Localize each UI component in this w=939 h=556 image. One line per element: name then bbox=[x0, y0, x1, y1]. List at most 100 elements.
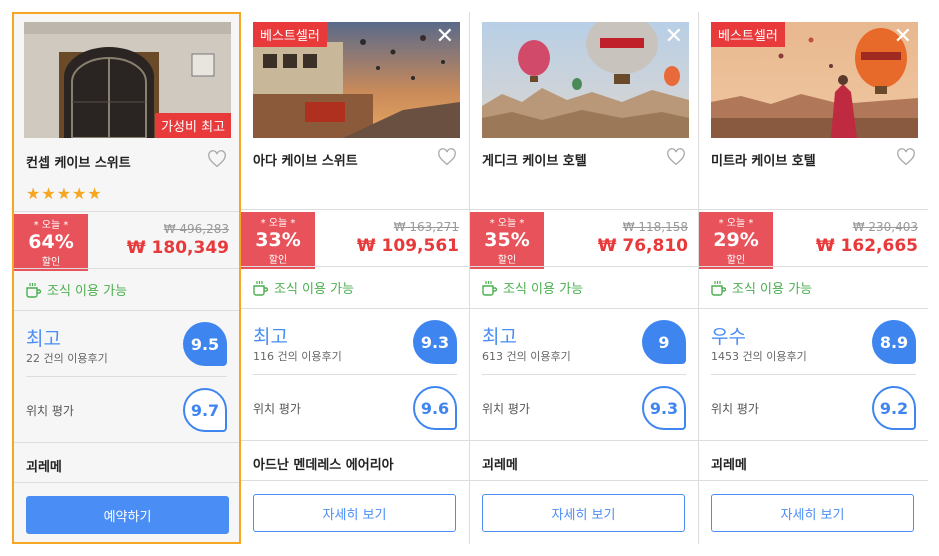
discount-badge: * 오늘 * 33% 할인 bbox=[241, 212, 315, 269]
discount-suffix: 할인 bbox=[497, 255, 517, 266]
hotel-photo[interactable]: 가성비 최고 bbox=[24, 22, 231, 138]
discount-label: * 오늘 * bbox=[718, 218, 754, 229]
discount-label: * 오늘 * bbox=[260, 218, 296, 229]
sale-price: ₩ 76,810 bbox=[597, 236, 688, 256]
review-count[interactable]: 116 건의 이용후기 bbox=[253, 348, 342, 364]
divider bbox=[470, 266, 698, 267]
hotel-area: 아드난 멘데레스 에어리아 bbox=[253, 458, 394, 473]
discount-label: * 오늘 * bbox=[489, 218, 525, 229]
discount-badge: * 오늘 * 64% 할인 bbox=[14, 214, 88, 271]
hotel-photo[interactable]: 베스트셀러 ✕ bbox=[711, 22, 918, 138]
divider bbox=[241, 266, 469, 267]
divider bbox=[14, 442, 239, 443]
close-icon[interactable]: ✕ bbox=[436, 24, 454, 49]
breakfast-label: 조식 이용 가능 bbox=[47, 284, 128, 299]
bestseller-badge: 베스트셀러 bbox=[253, 22, 327, 47]
discount-suffix: 할인 bbox=[726, 255, 746, 266]
discount-label: * 오늘 * bbox=[33, 220, 69, 231]
discount-badge: * 오늘 * 29% 할인 bbox=[699, 212, 773, 269]
divider bbox=[470, 440, 698, 441]
heart-outline-icon[interactable] bbox=[896, 148, 916, 166]
heart-outline-icon[interactable] bbox=[437, 148, 457, 166]
hotel-photo[interactable]: 베스트셀러 ✕ bbox=[253, 22, 460, 138]
breakfast-info: 조식 이용 가능 bbox=[480, 278, 583, 297]
review-count[interactable]: 613 건의 이용후기 bbox=[482, 348, 571, 364]
discount-percent: 29% bbox=[713, 229, 759, 251]
divider bbox=[26, 376, 227, 377]
location-rating-label: 위치 평가 bbox=[253, 402, 301, 416]
breakfast-label: 조식 이용 가능 bbox=[274, 282, 355, 297]
divider bbox=[14, 310, 239, 311]
coffee-cup-icon bbox=[26, 282, 42, 298]
divider bbox=[711, 374, 916, 375]
rating-grade: 최고 bbox=[482, 326, 517, 348]
breakfast-label: 조식 이용 가능 bbox=[732, 282, 813, 297]
divider bbox=[253, 374, 457, 375]
divider bbox=[699, 480, 928, 481]
hotel-card[interactable]: 베스트셀러 ✕ 아다 케이브 스위트 * 오늘 * 33% 할인 ₩ 163,2… bbox=[241, 12, 470, 544]
location-score: 9.7 bbox=[183, 388, 227, 432]
divider bbox=[241, 209, 469, 210]
hotel-card[interactable]: 가성비 최고 컨셉 케이브 스위트 ★★★★★ * 오늘 * 64% 할인 ₩ … bbox=[12, 12, 241, 544]
value-badge: 가성비 최고 bbox=[155, 113, 231, 138]
hotel-card[interactable]: ✕ 게디크 케이브 호텔 * 오늘 * 35% 할인 ₩ 118,158 ₩ 7… bbox=[470, 12, 699, 544]
divider bbox=[470, 480, 698, 481]
rating-grade: 최고 bbox=[253, 326, 288, 348]
location-score: 9.3 bbox=[642, 386, 686, 430]
discount-suffix: 할인 bbox=[41, 257, 61, 268]
review-score: 9 bbox=[642, 320, 686, 364]
divider bbox=[470, 308, 698, 309]
divider bbox=[241, 440, 469, 441]
review-score: 9.3 bbox=[413, 320, 457, 364]
discount-percent: 35% bbox=[484, 229, 530, 251]
coffee-cup-icon bbox=[253, 280, 269, 296]
divider bbox=[14, 268, 239, 269]
sale-price: ₩ 162,665 bbox=[815, 236, 918, 256]
discount-percent: 33% bbox=[255, 229, 301, 251]
divider bbox=[241, 480, 469, 481]
coffee-cup-icon bbox=[482, 280, 498, 296]
rating-grade: 우수 bbox=[711, 326, 746, 348]
hotel-area: 괴레메 bbox=[482, 458, 518, 473]
location-rating-label: 위치 평가 bbox=[26, 404, 74, 418]
divider bbox=[699, 209, 928, 210]
breakfast-info: 조식 이용 가능 bbox=[251, 278, 354, 297]
hotel-name[interactable]: 게디크 케이브 호텔 bbox=[482, 150, 587, 169]
divider bbox=[482, 374, 686, 375]
location-score: 9.6 bbox=[413, 386, 457, 430]
hotel-photo[interactable]: ✕ bbox=[482, 22, 689, 138]
review-score: 8.9 bbox=[872, 320, 916, 364]
heart-outline-icon[interactable] bbox=[207, 150, 227, 168]
discount-suffix: 할인 bbox=[268, 255, 288, 266]
rating-grade: 최고 bbox=[26, 328, 61, 350]
discount-badge: * 오늘 * 35% 할인 bbox=[470, 212, 544, 269]
close-icon[interactable]: ✕ bbox=[894, 24, 912, 49]
breakfast-label: 조식 이용 가능 bbox=[503, 282, 584, 297]
review-count[interactable]: 22 건의 이용후기 bbox=[26, 350, 108, 366]
heart-outline-icon[interactable] bbox=[666, 148, 686, 166]
divider bbox=[14, 482, 239, 483]
divider bbox=[699, 266, 928, 267]
sale-price: ₩ 109,561 bbox=[356, 236, 459, 256]
star-rating: ★★★★★ bbox=[26, 184, 103, 203]
divider bbox=[699, 308, 928, 309]
hotel-name[interactable]: 미트라 케이브 호텔 bbox=[711, 150, 816, 169]
details-button[interactable]: 자세히 보기 bbox=[711, 494, 914, 532]
divider bbox=[14, 211, 239, 212]
review-count[interactable]: 1453 건의 이용후기 bbox=[711, 348, 807, 364]
hotel-name[interactable]: 컨셉 케이브 스위트 bbox=[26, 152, 131, 171]
original-price: ₩ 163,271 bbox=[393, 220, 459, 234]
close-icon[interactable]: ✕ bbox=[665, 24, 683, 49]
hotel-name[interactable]: 아다 케이브 스위트 bbox=[253, 150, 358, 169]
book-button[interactable]: 예약하기 bbox=[26, 496, 229, 534]
breakfast-info: 조식 이용 가능 bbox=[709, 278, 812, 297]
hotel-area: 괴레메 bbox=[26, 460, 62, 475]
details-button[interactable]: 자세히 보기 bbox=[253, 494, 456, 532]
hotel-area: 괴레메 bbox=[711, 458, 747, 473]
original-price: ₩ 230,403 bbox=[852, 220, 918, 234]
location-rating-label: 위치 평가 bbox=[711, 402, 759, 416]
hotel-comparison-grid: 가성비 최고 컨셉 케이브 스위트 ★★★★★ * 오늘 * 64% 할인 ₩ … bbox=[12, 12, 930, 544]
location-rating-label: 위치 평가 bbox=[482, 402, 530, 416]
hotel-card[interactable]: 베스트셀러 ✕ 미트라 케이브 호텔 * 오늘 * 29% 할인 ₩ 230,4… bbox=[699, 12, 928, 544]
details-button[interactable]: 자세히 보기 bbox=[482, 494, 685, 532]
